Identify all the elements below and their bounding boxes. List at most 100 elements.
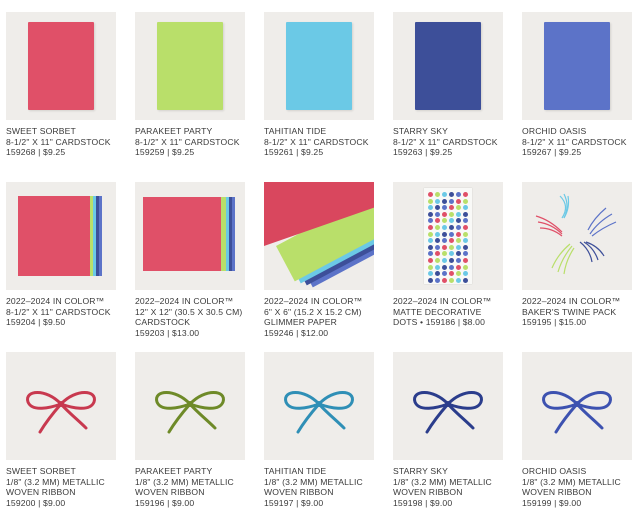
decorative-dot xyxy=(463,277,468,283)
product-image[interactable] xyxy=(522,182,632,290)
product-card-in-color-glimmer-paper[interactable]: 2022–2024 IN COLOR™ 6" X 6" (15.2 X 15.2… xyxy=(264,182,374,338)
product-image[interactable] xyxy=(6,182,116,290)
product-caption[interactable]: 2022–2024 IN COLOR™ BAKER'S TWINE PACK 1… xyxy=(522,296,632,328)
cardstock-sheet xyxy=(415,22,481,110)
product-caption[interactable]: ORCHID OASIS 8-1/2" X 11" CARDSTOCK 1592… xyxy=(522,126,632,158)
product-caption[interactable]: PARAKEET PARTY 1/8" (3.2 MM) METALLIC WO… xyxy=(135,466,245,508)
decorative-dot xyxy=(442,271,447,277)
product-caption[interactable]: STARRY SKY 1/8" (3.2 MM) METALLIC WOVEN … xyxy=(393,466,503,508)
decorative-dot xyxy=(428,258,433,263)
twine-bundle xyxy=(559,193,570,219)
product-image[interactable] xyxy=(135,12,245,120)
decorative-dot xyxy=(435,271,440,277)
product-card-in-color-12x12-cardstock[interactable]: 2022–2024 IN COLOR™ 12" X 12" (30.5 X 30… xyxy=(135,182,245,338)
decorative-dot xyxy=(449,198,454,204)
product-caption[interactable]: STARRY SKY 8-1/2" X 11" CARDSTOCK 159263… xyxy=(393,126,503,158)
product-description-2: GLIMMER PAPER xyxy=(264,317,337,327)
decorative-dot xyxy=(456,218,461,224)
decorative-dot xyxy=(449,277,454,283)
product-card-tahitian-tide-ribbon[interactable]: TAHITIAN TIDE 1/8" (3.2 MM) METALLIC WOV… xyxy=(264,352,374,508)
product-caption[interactable]: TAHITIAN TIDE 8-1/2" X 11" CARDSTOCK 159… xyxy=(264,126,374,158)
product-caption[interactable]: PARAKEET PARTY 8-1/2" X 11" CARDSTOCK 15… xyxy=(135,126,245,158)
ribbon-knot xyxy=(445,401,451,407)
product-price: 159197 | $9.00 xyxy=(264,497,324,508)
product-price: 159199 | $9.00 xyxy=(522,497,582,508)
product-caption[interactable]: SWEET SORBET 1/8" (3.2 MM) METALLIC WOVE… xyxy=(6,466,116,508)
decorative-dot xyxy=(428,198,433,204)
product-image[interactable] xyxy=(135,182,245,290)
decorative-dot xyxy=(428,211,433,217)
product-caption[interactable]: 2022–2024 IN COLOR™ 8-1/2" X 11" CARDSTO… xyxy=(6,296,116,328)
product-image[interactable] xyxy=(522,12,632,120)
ribbon-strand xyxy=(155,391,192,410)
product-card-sweet-sorbet-ribbon[interactable]: SWEET SORBET 1/8" (3.2 MM) METALLIC WOVE… xyxy=(6,352,116,508)
decorative-dot xyxy=(463,198,468,204)
product-card-orchid-oasis-cardstock[interactable]: ORCHID OASIS 8-1/2" X 11" CARDSTOCK 1592… xyxy=(522,12,632,158)
decorative-dot xyxy=(449,192,454,197)
product-image[interactable] xyxy=(6,352,116,460)
decorative-dot xyxy=(463,231,468,237)
product-caption[interactable]: ORCHID OASIS 1/8" (3.2 MM) METALLIC WOVE… xyxy=(522,466,632,508)
product-caption[interactable]: TAHITIAN TIDE 1/8" (3.2 MM) METALLIC WOV… xyxy=(264,466,374,508)
product-image[interactable] xyxy=(522,352,632,460)
product-card-parakeet-party-ribbon[interactable]: PARAKEET PARTY 1/8" (3.2 MM) METALLIC WO… xyxy=(135,352,245,508)
decorative-dot xyxy=(442,211,447,217)
product-description: 8-1/2" X 11" CARDSTOCK xyxy=(6,306,111,317)
decorative-dot xyxy=(442,231,447,237)
product-price: 159267 | $9.25 xyxy=(522,147,582,157)
dot-sheet xyxy=(424,188,472,284)
decorative-dot xyxy=(428,225,433,230)
product-caption[interactable]: 2022–2024 IN COLOR™ MATTE DECORATIVE DOT… xyxy=(393,296,503,328)
decorative-dot xyxy=(456,231,461,237)
decorative-dot xyxy=(449,264,454,270)
decorative-dot xyxy=(456,271,461,277)
product-description: 1/8" (3.2 MM) METALLIC xyxy=(393,476,492,487)
decorative-dot xyxy=(463,211,468,217)
product-card-in-color-matte-dots[interactable]: 2022–2024 IN COLOR™ MATTE DECORATIVE DOT… xyxy=(393,182,503,328)
product-caption[interactable]: 2022–2024 IN COLOR™ 6" X 6" (15.2 X 15.2… xyxy=(264,296,374,338)
decorative-dot xyxy=(435,258,440,263)
product-caption[interactable]: 2022–2024 IN COLOR™ 12" X 12" (30.5 X 30… xyxy=(135,296,245,338)
decorative-dot xyxy=(442,225,447,230)
product-card-in-color-letter-cardstock[interactable]: 2022–2024 IN COLOR™ 8-1/2" X 11" CARDSTO… xyxy=(6,182,116,328)
product-image[interactable] xyxy=(393,12,503,120)
product-card-orchid-oasis-ribbon[interactable]: ORCHID OASIS 1/8" (3.2 MM) METALLIC WOVE… xyxy=(522,352,632,508)
decorative-dot xyxy=(463,238,468,244)
decorative-dot xyxy=(449,244,454,250)
product-image[interactable] xyxy=(6,12,116,120)
product-card-in-color-bakers-twine[interactable]: 2022–2024 IN COLOR™ BAKER'S TWINE PACK 1… xyxy=(522,182,632,328)
product-image[interactable] xyxy=(264,182,374,290)
product-card-parakeet-party-cardstock[interactable]: PARAKEET PARTY 8-1/2" X 11" CARDSTOCK 15… xyxy=(135,12,245,158)
product-card-starry-sky-ribbon[interactable]: STARRY SKY 1/8" (3.2 MM) METALLIC WOVEN … xyxy=(393,352,503,508)
product-price: 159259 | $9.25 xyxy=(135,147,195,157)
product-image[interactable] xyxy=(393,352,503,460)
product-description: 1/8" (3.2 MM) METALLIC xyxy=(135,476,234,487)
decorative-dot xyxy=(449,251,454,257)
product-image[interactable] xyxy=(264,12,374,120)
product-image[interactable] xyxy=(264,352,374,460)
product-name: TAHITIAN TIDE xyxy=(264,466,327,476)
product-name: SWEET SORBET xyxy=(6,126,76,136)
ribbon-bow xyxy=(542,391,612,434)
decorative-dot xyxy=(435,238,440,244)
product-image[interactable] xyxy=(393,182,503,290)
ribbon-knot xyxy=(316,401,322,407)
decorative-dot xyxy=(435,244,440,250)
decorative-dot xyxy=(463,205,468,211)
decorative-dot xyxy=(449,271,454,277)
decorative-dot xyxy=(463,258,468,263)
product-caption[interactable]: SWEET SORBET 8-1/2" X 11" CARDSTOCK 1592… xyxy=(6,126,116,158)
product-description: 8-1/2" X 11" CARDSTOCK xyxy=(6,136,111,147)
product-name: ORCHID OASIS xyxy=(522,126,587,136)
ribbon-bow xyxy=(413,391,483,434)
product-card-sweet-sorbet-cardstock[interactable]: SWEET SORBET 8-1/2" X 11" CARDSTOCK 1592… xyxy=(6,12,116,158)
product-card-tahitian-tide-cardstock[interactable]: TAHITIAN TIDE 8-1/2" X 11" CARDSTOCK 159… xyxy=(264,12,374,158)
decorative-dot xyxy=(463,244,468,250)
decorative-dot xyxy=(442,277,447,283)
product-card-starry-sky-cardstock[interactable]: STARRY SKY 8-1/2" X 11" CARDSTOCK 159263… xyxy=(393,12,503,158)
product-name: 2022–2024 IN COLOR™ xyxy=(264,296,363,306)
decorative-dot xyxy=(456,238,461,244)
product-image[interactable] xyxy=(135,352,245,460)
twine-bundle xyxy=(535,215,563,237)
product-description-2: WOVEN RIBBON xyxy=(393,487,463,497)
